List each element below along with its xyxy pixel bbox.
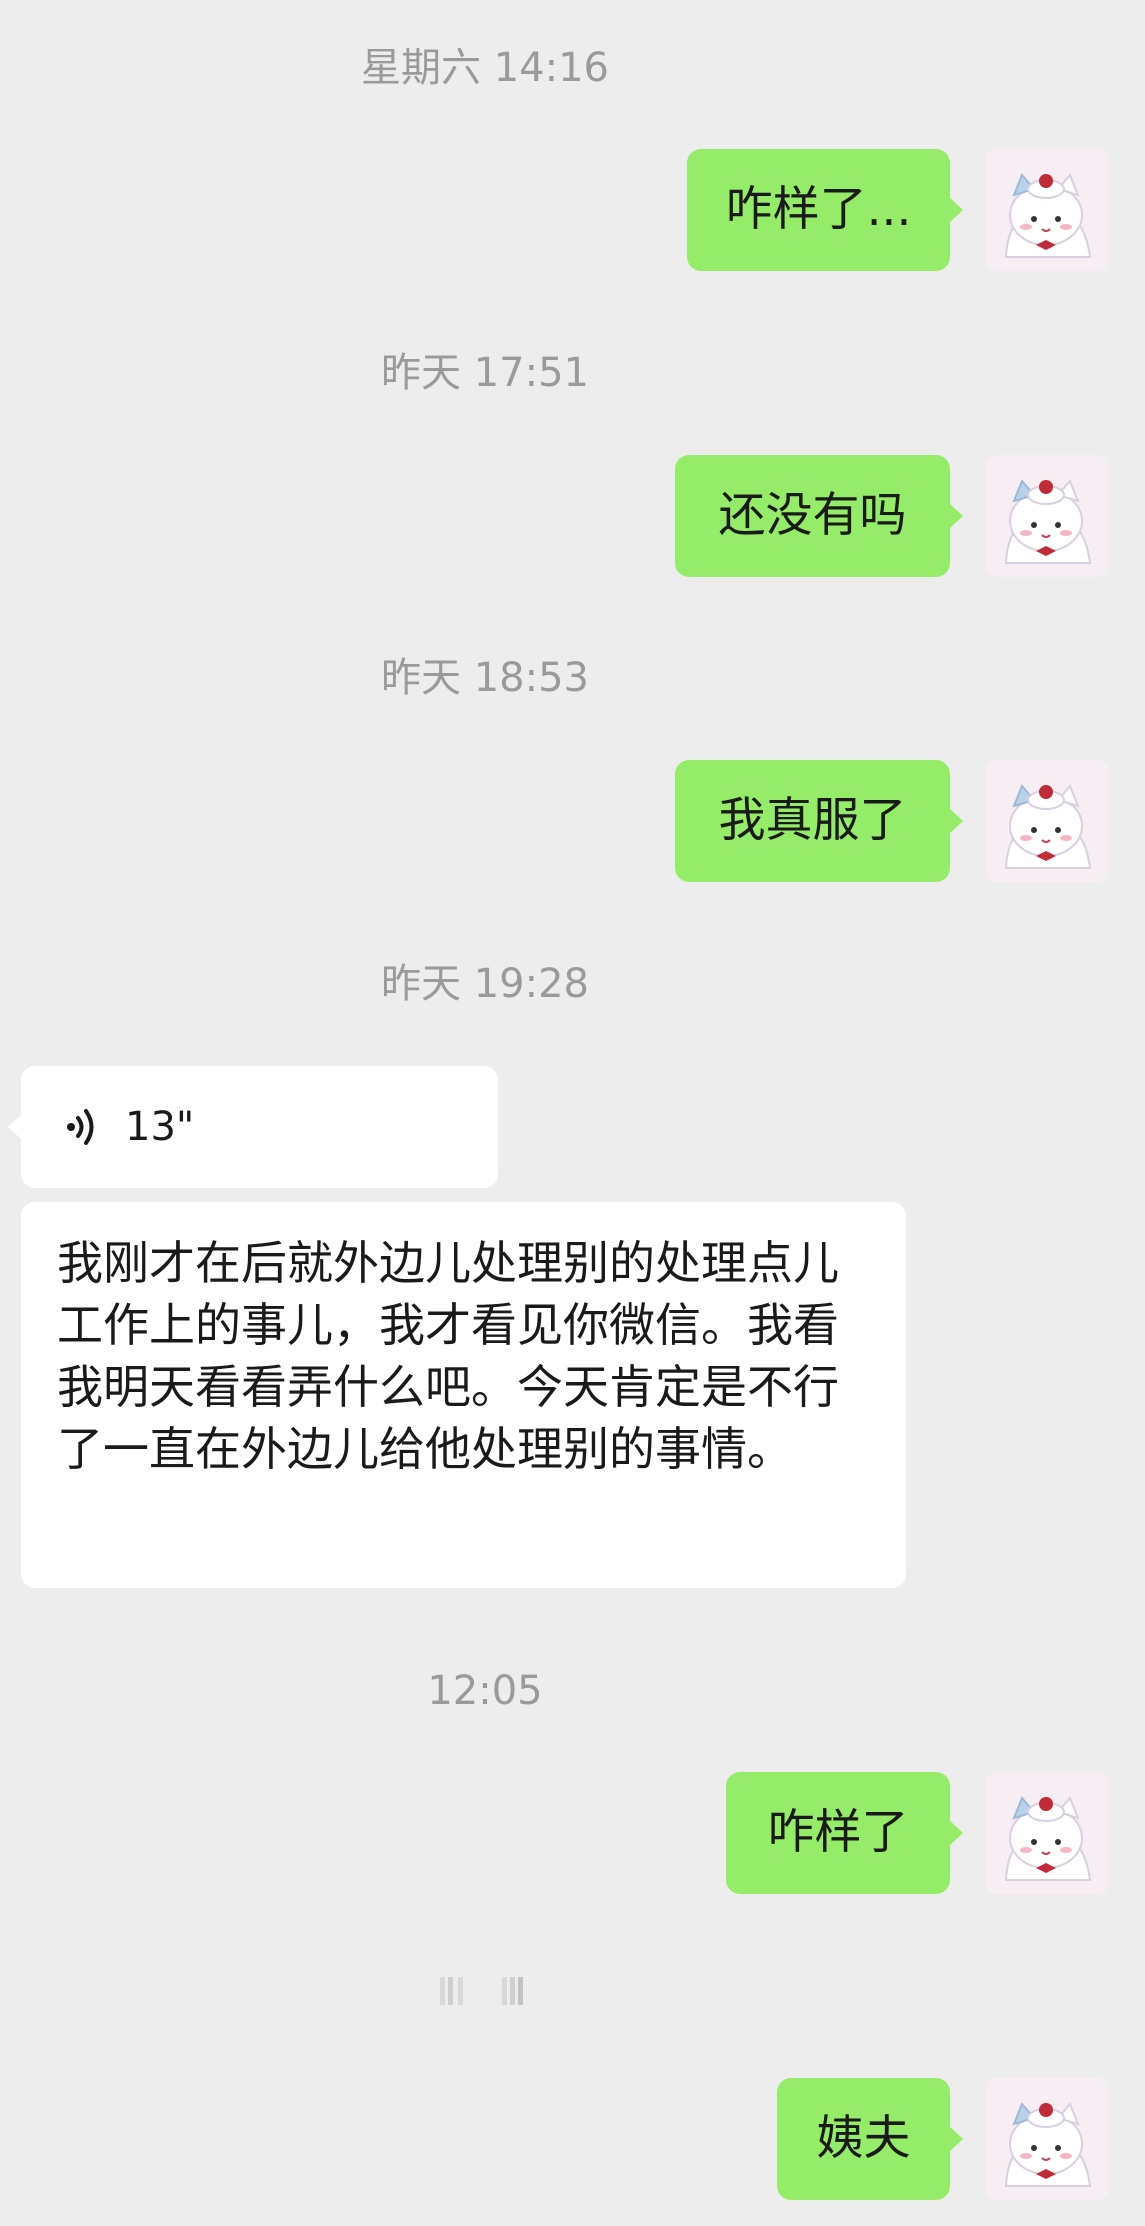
avatar[interactable]	[986, 149, 1108, 271]
timestamp: 昨天 18:53	[381, 655, 589, 701]
message-text: 我真服了	[718, 793, 907, 848]
voice-wave-icon	[67, 1109, 94, 1145]
avatar[interactable]	[986, 1772, 1108, 1894]
timestamp: 星期六 14:16	[361, 45, 609, 91]
timestamp: 昨天 17:51	[381, 350, 589, 396]
message-text: 姨夫	[816, 2111, 911, 2166]
avatar[interactable]	[986, 455, 1108, 577]
cat-avatar-icon	[986, 2078, 1108, 2200]
message-bubble-outgoing[interactable]: 姨夫	[777, 2078, 963, 2200]
cat-avatar-icon	[986, 760, 1108, 882]
voice-message-bubble[interactable]: 13"	[8, 1066, 498, 1188]
message-bubble-incoming[interactable]: 我刚才在后就外边儿处理别的处理点儿工作上的事儿，我才看见你微信。我看我明天看看弄…	[21, 1202, 906, 1588]
voice-duration: 13"	[125, 1104, 195, 1150]
message-text: 咋样了...	[725, 182, 912, 237]
message-bubble-outgoing[interactable]: 我真服了	[675, 760, 963, 882]
message-bubble-outgoing[interactable]: 咋样了	[726, 1772, 963, 1894]
message-text: 还没有吗	[718, 488, 907, 543]
cat-avatar-icon	[986, 1772, 1108, 1894]
message-bubble-outgoing[interactable]: 咋样了...	[687, 149, 963, 271]
loading-icon	[440, 1977, 523, 2005]
message-bubble-outgoing[interactable]: 还没有吗	[675, 455, 963, 577]
avatar[interactable]	[986, 760, 1108, 882]
timestamp: 昨天 19:28	[381, 961, 589, 1007]
avatar[interactable]	[986, 2078, 1108, 2200]
message-text: 咋样了	[767, 1805, 909, 1860]
timestamp: 12:05	[427, 1668, 543, 1714]
cat-avatar-icon	[986, 149, 1108, 271]
message-text: 我刚才在后就外边儿处理别的处理点儿工作上的事儿，我才看见你微信。我看我明天看看弄…	[57, 1236, 839, 1476]
cat-avatar-icon	[986, 455, 1108, 577]
